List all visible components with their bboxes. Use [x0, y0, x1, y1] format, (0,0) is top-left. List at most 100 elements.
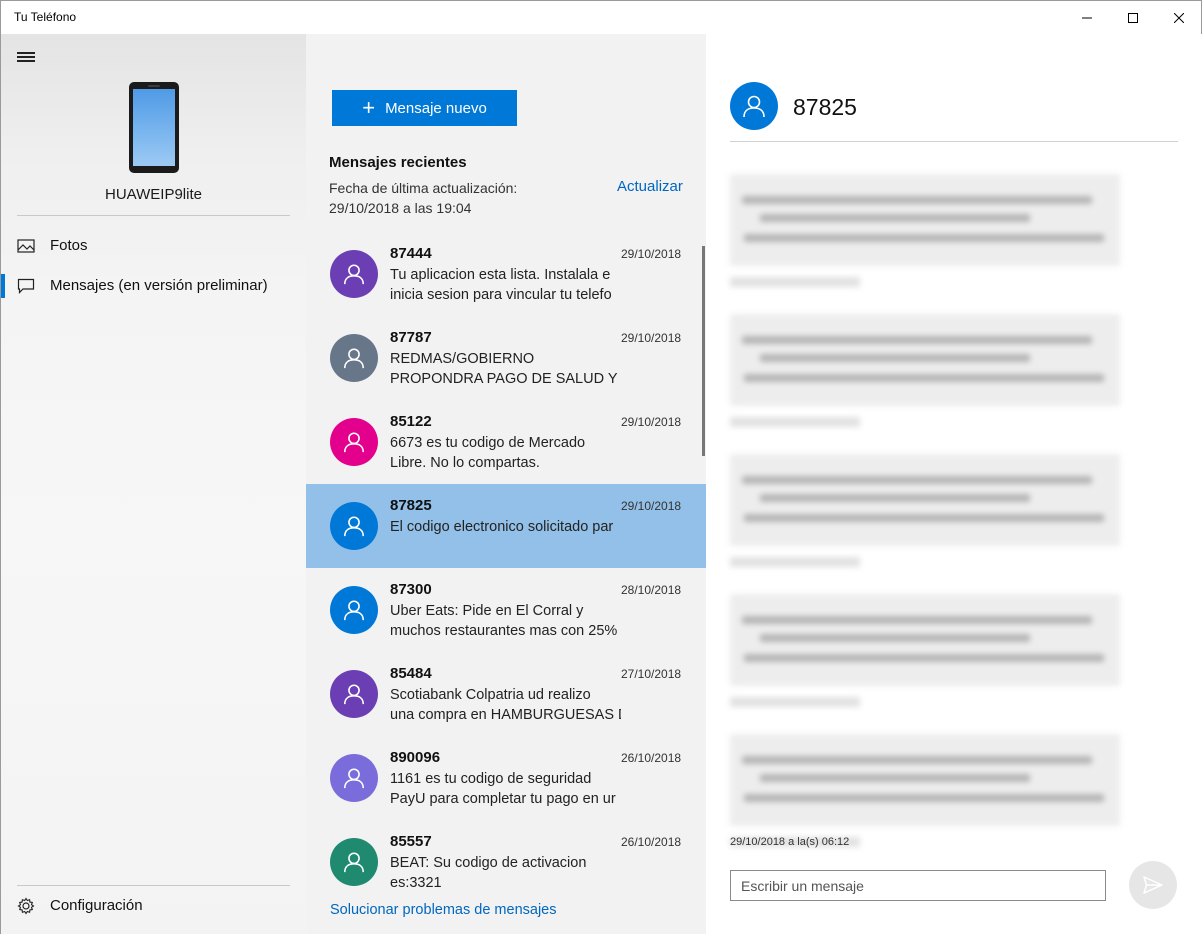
redacted-timestamp — [730, 417, 860, 427]
recent-messages-heading: Mensajes recientes — [329, 154, 467, 171]
maximize-icon — [1128, 12, 1138, 23]
message-preview-line: muchos restaurantes mas con 25% — [390, 623, 618, 639]
message-date: 29/10/2018 — [621, 247, 682, 261]
message-preview: 6673 es tu codigo de Mercado Libre. No lo… — [390, 433, 621, 475]
message-preview: BEAT: Su codigo de activacion es:3321 — [390, 853, 621, 892]
hamburger-menu-icon[interactable] — [17, 50, 35, 64]
message-preview-line: 1161 es tu codigo de seguridad — [390, 771, 592, 787]
phone-device-icon — [129, 82, 179, 173]
message-list-item[interactable]: 85557 26/10/2018 BEAT: Su codigo de activa… — [306, 820, 706, 892]
device-name: HUAWEIP9lite — [105, 186, 202, 203]
close-button[interactable] — [1156, 1, 1202, 34]
message-sender: 85557 — [390, 833, 432, 850]
message-list-item[interactable]: 85122 29/10/2018 6673 es tu codigo de Merc… — [306, 400, 706, 484]
message-list-item[interactable]: 890096 26/10/2018 1161 es tu codigo de seg… — [306, 736, 706, 820]
message-preview: Scotiabank Colpatria ud realizo una compr… — [390, 685, 621, 727]
redacted-message-bubble — [730, 174, 1120, 266]
redacted-timestamp — [730, 697, 860, 707]
sender-avatar — [330, 838, 378, 886]
sender-avatar — [330, 502, 378, 550]
send-icon — [1143, 876, 1163, 894]
selection-indicator — [1, 274, 5, 298]
sender-avatar — [330, 250, 378, 298]
chat-icon — [17, 278, 35, 294]
message-preview-line: una compra en HAMBURGUESAS D — [390, 707, 621, 723]
message-timestamp: 29/10/2018 a la(s) 06:12 — [730, 836, 850, 848]
redacted-message-bubble — [730, 314, 1120, 406]
send-button[interactable] — [1129, 861, 1177, 909]
last-updated-label: Fecha de última actualización: — [329, 180, 518, 196]
sender-avatar — [330, 418, 378, 466]
scrollbar[interactable] — [702, 246, 705, 456]
divider — [17, 215, 290, 216]
message-list-item[interactable]: 87787 29/10/2018 REDMAS/GOBIERNO PROPONDRA … — [306, 316, 706, 400]
message-preview: Uber Eats: Pide en El Corral y muchos res… — [390, 601, 621, 643]
message-preview: El codigo electronico solicitado par — [390, 517, 621, 559]
message-sender: 87444 — [390, 245, 432, 262]
message-sender: 85484 — [390, 665, 432, 682]
last-updated-value: 29/10/2018 a las 19:04 — [329, 200, 472, 216]
contact-avatar — [730, 82, 778, 130]
gear-icon — [17, 897, 35, 915]
message-preview-line: PROPONDRA PAGO DE SALUD Y P — [390, 371, 621, 387]
window-title: Tu Teléfono — [14, 10, 77, 24]
sidebar-item-label: Fotos — [50, 237, 88, 254]
redacted-message-bubble — [730, 734, 1120, 826]
troubleshoot-link[interactable]: Solucionar problemas de mensajes — [330, 902, 557, 918]
message-date: 28/10/2018 — [621, 583, 682, 597]
message-list-item[interactable]: 87300 28/10/2018 Uber Eats: Pide en El Cor… — [306, 568, 706, 652]
sender-avatar — [330, 754, 378, 802]
message-date: 29/10/2018 — [621, 415, 682, 429]
message-date: 26/10/2018 — [621, 751, 682, 765]
new-message-button[interactable]: + Mensaje nuevo — [332, 90, 517, 126]
sender-avatar — [330, 670, 378, 718]
sidebar-item-fotos[interactable]: Fotos — [1, 226, 306, 266]
message-sender: 87300 — [390, 581, 432, 598]
message-preview-line: inicia sesion para vincular tu telefo — [390, 287, 612, 303]
sidebar-item-settings[interactable]: Configuración — [1, 886, 306, 926]
plus-icon: + — [362, 95, 376, 120]
conversation-pane: 87825 29/10/2018 a la(s) 06:12 — [706, 34, 1202, 934]
message-date: 26/10/2018 — [621, 835, 682, 849]
person-icon — [343, 600, 365, 621]
message-sender: 890096 — [390, 749, 441, 766]
close-icon — [1174, 12, 1184, 23]
photos-icon — [17, 239, 35, 253]
settings-label: Configuración — [50, 897, 143, 914]
message-preview-line: BEAT: Su codigo de activacion — [390, 855, 587, 871]
message-preview-line: es:3321 — [390, 875, 442, 891]
person-icon — [343, 348, 365, 369]
minimize-icon — [1082, 17, 1092, 18]
person-icon — [343, 852, 365, 873]
message-list-item[interactable]: 87825 29/10/2018 El codigo electronico sol… — [306, 484, 706, 568]
redacted-timestamp — [730, 277, 860, 287]
person-icon — [343, 516, 365, 537]
minimize-button[interactable] — [1064, 1, 1110, 34]
sidebar-item-mensajes[interactable]: Mensajes (en versión preliminar) — [1, 266, 306, 306]
message-preview: Tu aplicacion esta lista. Instalala e ini… — [390, 265, 621, 307]
person-icon — [343, 768, 365, 789]
message-date: 29/10/2018 — [621, 331, 682, 345]
message-preview-line: Libre. No lo compartas. — [390, 455, 540, 471]
redacted-message-bubble — [730, 594, 1120, 686]
redacted-timestamp — [730, 557, 860, 567]
message-preview-line: Scotiabank Colpatria ud realizo — [390, 687, 591, 703]
last-updated-text: Fecha de última actualización: 29/10/201… — [329, 178, 589, 218]
message-preview: REDMAS/GOBIERNO PROPONDRA PAGO DE SALUD Y… — [390, 349, 621, 391]
app-window: Tu Teléfono HUAWEIP9lite Fotos Mensajes … — [0, 0, 1202, 934]
message-sender: 87825 — [390, 497, 432, 514]
message-sender: 87787 — [390, 329, 432, 346]
message-preview-line: REDMAS/GOBIERNO — [390, 351, 535, 367]
refresh-link[interactable]: Actualizar — [617, 178, 683, 195]
message-preview-line: El codigo electronico solicitado par — [390, 519, 614, 535]
compose-message-input[interactable] — [730, 870, 1106, 901]
message-sender: 85122 — [390, 413, 432, 430]
person-icon — [343, 264, 365, 285]
message-list-item[interactable]: 85484 27/10/2018 Scotiabank Colpatria ud r… — [306, 652, 706, 736]
message-preview-line: 6673 es tu codigo de Mercado — [390, 435, 586, 451]
maximize-button[interactable] — [1110, 1, 1156, 34]
message-list-pane: + Mensaje nuevo Mensajes recientes Fecha… — [306, 34, 706, 934]
message-list-item[interactable]: 87444 29/10/2018 Tu aplicacion esta lista.… — [306, 232, 706, 316]
title-bar: Tu Teléfono — [1, 1, 1201, 34]
sender-avatar — [330, 586, 378, 634]
